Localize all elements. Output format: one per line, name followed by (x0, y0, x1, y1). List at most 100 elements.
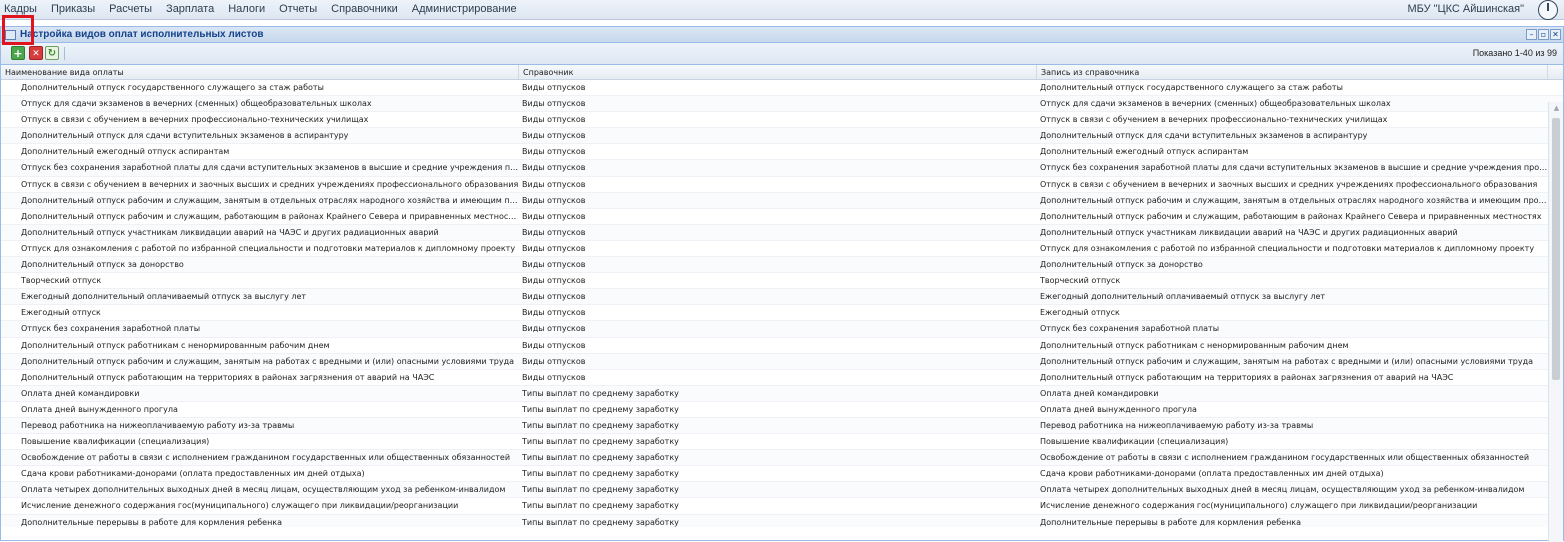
menu-item-zarplata[interactable]: Зарплата (166, 3, 214, 15)
column-header-record[interactable]: Запись из справочника (1037, 65, 1548, 79)
cell-payment-name: Отпуск без сохранения заработной платы д… (21, 163, 519, 173)
cell-record: Дополнительный отпуск рабочим и служащим… (1040, 195, 1548, 205)
table-row[interactable]: Дополнительный отпуск для сдачи вступите… (1, 128, 1563, 145)
table-row[interactable]: Дополнительный ежегодный отпуск аспирант… (1, 144, 1563, 161)
cell-payment-name: Перевод работника на нижеоплачиваемую ра… (21, 420, 295, 430)
cell-payment-name: Сдача крови работниками-донорами (оплата… (21, 469, 365, 479)
table-row[interactable]: Дополнительный отпуск работающим на терр… (1, 370, 1563, 386)
cell-payment-name: Дополнительный отпуск работающим на терр… (21, 372, 435, 382)
menu-item-otchety[interactable]: Отчеты (279, 3, 317, 15)
cell-reference: Виды отпусков (522, 115, 586, 125)
cell-reference: Виды отпусков (522, 324, 586, 334)
cell-payment-name: Оплата дней командировки (21, 388, 140, 398)
add-icon[interactable]: + (11, 46, 25, 60)
table-row[interactable]: Ежегодный дополнительный оплачиваемый от… (1, 289, 1563, 306)
cell-record: Ежегодный дополнительный оплачиваемый от… (1040, 292, 1326, 302)
cell-record: Отпуск для сдачи экзаменов в вечерних (с… (1040, 99, 1391, 109)
scroll-up-icon[interactable]: ▲ (1549, 102, 1564, 114)
cell-record: Дополнительные перерывы в работе для кор… (1040, 517, 1302, 527)
maximize-icon[interactable]: ▫ (1538, 29, 1549, 40)
cell-record: Сдача крови работниками-донорами (оплата… (1040, 469, 1384, 479)
cell-record: Дополнительный отпуск работающим на терр… (1040, 372, 1454, 382)
table-row[interactable]: Дополнительный отпуск государственного с… (1, 80, 1563, 97)
table-row[interactable]: Сдача крови работниками-донорами (оплата… (1, 466, 1563, 483)
cell-payment-name: Исчисление денежного содержания гос(муни… (21, 501, 459, 511)
paging-info: Показано 1-40 из 99 (1472, 48, 1557, 58)
toolbar-divider (64, 47, 65, 60)
table-row[interactable]: Отпуск для ознакомления с работой по изб… (1, 241, 1563, 258)
table-row[interactable]: Отпуск без сохранения заработной платы д… (1, 160, 1563, 177)
table-row[interactable]: Дополнительный отпуск рабочим и служащим… (1, 192, 1563, 209)
table-row[interactable]: Повышение квалификации (специализация) Ти… (1, 434, 1563, 451)
menu-item-kadry[interactable]: Кадры (4, 3, 37, 15)
table-row[interactable]: Отпуск без сохранения заработной платы Ви… (1, 321, 1563, 338)
table-row[interactable]: Дополнительный отпуск участникам ликвида… (1, 224, 1563, 241)
column-header-reference[interactable]: Справочник (519, 65, 1037, 79)
grid-header: Наименование вида оплаты Справочник Запи… (1, 65, 1563, 80)
cell-record: Оплата дней вынужденного прогула (1040, 404, 1197, 414)
cell-reference: Типы выплат по среднему заработку (522, 469, 679, 479)
table-row[interactable]: Дополнительный отпуск за донорство Виды о… (1, 257, 1563, 274)
table-row[interactable]: Творческий отпуск Виды отпусков Творческий… (1, 273, 1563, 290)
table-row[interactable]: Оплата четырех дополнительных выходных д… (1, 482, 1563, 499)
cell-payment-name: Оплата четырех дополнительных выходных д… (21, 485, 506, 495)
cell-record: Дополнительный отпуск за донорство (1040, 260, 1203, 270)
table-row[interactable]: Оплата дней вынужденного прогула Типы вып… (1, 402, 1563, 418)
table-row[interactable]: Отпуск в связи с обучением в вечерних пр… (1, 112, 1563, 129)
cell-payment-name: Творческий отпуск (21, 276, 102, 286)
cell-record: Дополнительный отпуск работникам с ненор… (1040, 340, 1349, 350)
top-menu-bar: Кадры Приказы Расчеты Зарплата Налоги От… (0, 0, 1564, 20)
scroll-thumb[interactable] (1552, 118, 1560, 380)
cell-payment-name: Дополнительный отпуск работникам с ненор… (21, 340, 330, 350)
table-row[interactable]: Отпуск в связи с обучением в вечерних и … (1, 177, 1563, 193)
table-row[interactable]: Дополнительные перерывы в работе для кор… (1, 514, 1563, 527)
table-row[interactable]: Перевод работника на нижеоплачиваемую ра… (1, 417, 1563, 435)
cell-reference: Виды отпусков (522, 99, 586, 109)
menu-item-raschety[interactable]: Расчеты (109, 3, 152, 15)
table-row[interactable]: Исчисление денежного содержания гос(муни… (1, 498, 1563, 515)
close-icon[interactable]: ✕ (1550, 29, 1561, 40)
cell-reference: Виды отпусков (522, 356, 586, 366)
cell-reference: Виды отпусков (522, 211, 586, 221)
menu-item-spravochniki[interactable]: Справочники (331, 3, 398, 15)
table-row[interactable]: Ежегодный отпуск Виды отпусков Ежегодный о… (1, 305, 1563, 322)
cell-reference: Виды отпусков (522, 276, 586, 286)
cell-record: Оплата четырех дополнительных выходных д… (1040, 485, 1525, 495)
cell-payment-name: Отпуск для ознакомления с работой по изб… (21, 243, 516, 253)
table-row[interactable]: Дополнительный отпуск работникам с ненор… (1, 338, 1563, 354)
cell-reference: Типы выплат по среднему заработку (522, 485, 679, 495)
cell-payment-name: Дополнительный отпуск рабочим и служащим… (21, 356, 514, 366)
cell-record: Оплата дней командировки (1040, 388, 1159, 398)
table-row[interactable]: Дополнительный отпуск рабочим и служащим… (1, 209, 1563, 225)
cell-payment-name: Дополнительный отпуск рабочим и служащим… (21, 195, 519, 205)
delete-icon[interactable]: ✕ (29, 46, 43, 60)
cell-payment-name: Дополнительный ежегодный отпуск аспирант… (21, 147, 230, 157)
cell-record: Дополнительный отпуск рабочим и служащим… (1040, 356, 1533, 366)
settings-window: Настройка видов оплат исполнительных лис… (0, 26, 1564, 542)
cell-reference: Виды отпусков (522, 227, 586, 237)
cell-record: Дополнительный ежегодный отпуск аспирант… (1040, 147, 1249, 157)
vertical-scrollbar[interactable]: ▲ (1548, 102, 1563, 542)
table-row[interactable]: Отпуск для сдачи экзаменов в вечерних (с… (1, 96, 1563, 113)
menu-item-nalogi[interactable]: Налоги (228, 3, 265, 15)
menu-item-prikazy[interactable]: Приказы (51, 3, 95, 15)
table-row[interactable]: Дополнительный отпуск рабочим и служащим… (1, 353, 1563, 370)
power-icon[interactable] (1538, 0, 1558, 20)
table-row[interactable]: Освобождение от работы в связи с исполне… (1, 450, 1563, 467)
cell-reference: Виды отпусков (522, 131, 586, 141)
refresh-icon[interactable]: ↻ (45, 46, 59, 60)
grid-body: Дополнительный отпуск государственного с… (1, 80, 1563, 527)
cell-reference: Виды отпусков (522, 308, 586, 318)
minimize-icon[interactable]: – (1526, 29, 1537, 40)
highlight-box (2, 15, 34, 45)
table-row[interactable]: Оплата дней командировки Типы выплат по с… (1, 385, 1563, 402)
cell-reference: Типы выплат по среднему заработку (522, 420, 679, 430)
cell-payment-name: Ежегодный дополнительный оплачиваемый от… (21, 292, 307, 302)
cell-payment-name: Освобождение от работы в связи с исполне… (21, 453, 511, 463)
cell-record: Дополнительный отпуск для сдачи вступите… (1040, 131, 1368, 141)
menu-item-administrirovanie[interactable]: Администрирование (412, 3, 517, 15)
column-header-name[interactable]: Наименование вида оплаты (1, 65, 519, 79)
cell-record: Перевод работника на нижеоплачиваемую ра… (1040, 420, 1314, 430)
cell-record: Отпуск в связи с обучением в вечерних пр… (1040, 115, 1388, 125)
cell-reference: Виды отпусков (522, 292, 586, 302)
